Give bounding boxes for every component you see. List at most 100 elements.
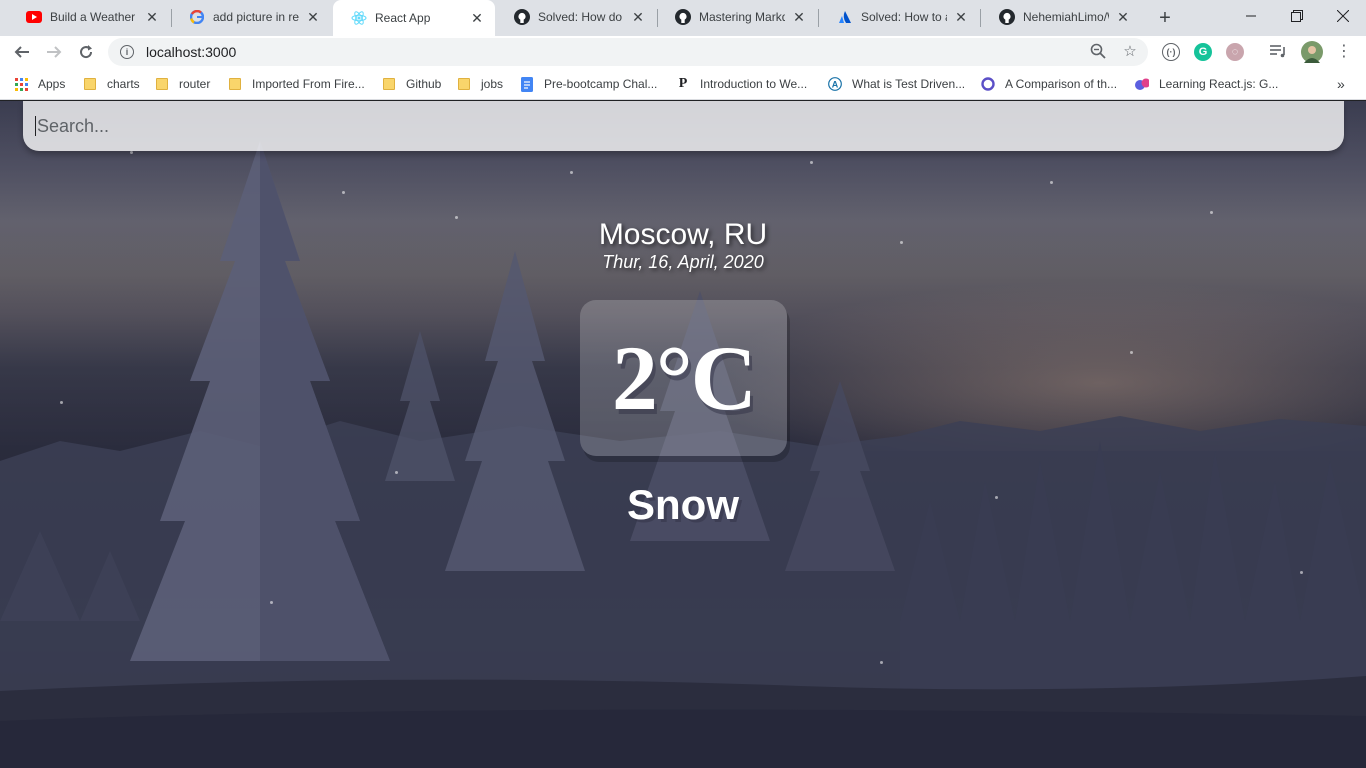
media-control-icon[interactable] xyxy=(1269,42,1287,60)
snowflake xyxy=(270,601,273,604)
docs-icon xyxy=(520,76,534,92)
github-icon xyxy=(514,9,530,25)
back-button[interactable] xyxy=(10,40,34,64)
profile-avatar[interactable] xyxy=(1301,41,1323,63)
browser-toolbar: i localhost:3000 ☆ (·) G ◌ ⋮ xyxy=(0,36,1366,68)
tab-github-repo[interactable]: NehemiahLimo/W ✕ xyxy=(981,0,1141,34)
restore-button[interactable] xyxy=(1274,0,1320,32)
reload-icon xyxy=(80,45,93,59)
tab-title: add picture in reac xyxy=(213,10,299,24)
bookmark-learning-react[interactable]: Learning React.js: G... xyxy=(1135,75,1278,93)
close-window-button[interactable] xyxy=(1320,0,1366,32)
snowflake xyxy=(342,191,345,194)
bookmark-label: Learning React.js: G... xyxy=(1159,77,1279,91)
snowflake xyxy=(60,401,63,404)
minimize-button[interactable] xyxy=(1228,0,1274,32)
youtube-icon xyxy=(26,9,42,25)
zoom-icon[interactable] xyxy=(1089,42,1107,60)
atlassian-icon xyxy=(837,9,853,25)
bookmark-label: Imported From Fire... xyxy=(252,77,365,91)
bookmark-imported[interactable]: Imported From Fire... xyxy=(228,75,365,93)
bookmark-jobs[interactable]: jobs xyxy=(457,75,503,93)
bookmark-pre-bootcamp[interactable]: Pre-bootcamp Chal... xyxy=(520,75,657,93)
snowflake xyxy=(570,171,573,174)
tab-react-app[interactable]: React App ✕ xyxy=(333,0,495,36)
bookmark-label: Introduction to We... xyxy=(700,77,808,91)
snowflake xyxy=(1050,181,1053,184)
bookmarks-bar: Apps charts router Imported From Fire...… xyxy=(0,68,1366,100)
bookmark-label: Pre-bootcamp Chal... xyxy=(544,77,658,91)
new-tab-button[interactable]: + xyxy=(1153,6,1177,30)
snowflake xyxy=(1130,351,1133,354)
bookmark-apps[interactable]: Apps xyxy=(14,75,65,93)
bookmark-comparison[interactable]: A Comparison of th... xyxy=(981,75,1117,93)
folder-icon xyxy=(382,77,396,91)
circle-icon xyxy=(981,77,995,91)
snowflake xyxy=(880,661,883,664)
snowflake xyxy=(130,151,133,154)
bookmark-label: What is Test Driven... xyxy=(852,77,966,91)
weather-app: Search... Moscow, RU Thur, 16, April, 20… xyxy=(0,101,1366,768)
bookmark-charts[interactable]: charts xyxy=(83,75,140,93)
extension-icon[interactable]: (·) xyxy=(1162,43,1180,61)
snowflake xyxy=(395,471,398,474)
bookmarks-overflow-button[interactable]: » xyxy=(1337,75,1345,93)
bookmark-router[interactable]: router xyxy=(155,75,210,93)
folder-icon xyxy=(155,77,169,91)
apps-grid-icon xyxy=(14,77,28,91)
bookmark-label: charts xyxy=(107,77,140,91)
bookmark-label: Github xyxy=(406,77,442,91)
snowflake xyxy=(1300,571,1303,574)
tab-atlassian[interactable]: Solved: How to ad ✕ xyxy=(819,0,979,34)
folder-icon xyxy=(83,77,97,91)
close-icon[interactable]: ✕ xyxy=(469,10,485,26)
tab-google[interactable]: add picture in reac ✕ xyxy=(171,0,331,34)
bookmark-introduction[interactable]: P Introduction to We... xyxy=(676,75,807,93)
svg-text:A: A xyxy=(832,80,839,90)
text-caret xyxy=(35,116,36,136)
github-icon xyxy=(999,9,1015,25)
github-icon xyxy=(675,9,691,25)
extension-avatar-icon[interactable]: ◌ xyxy=(1226,43,1244,61)
address-bar[interactable]: i localhost:3000 xyxy=(108,38,1148,66)
close-icon[interactable]: ✕ xyxy=(953,9,969,25)
close-icon[interactable]: ✕ xyxy=(305,9,321,25)
temperature-card: 2°C xyxy=(580,300,787,456)
close-window-icon xyxy=(1337,10,1349,22)
reload-button[interactable] xyxy=(74,40,98,64)
tab-title: React App xyxy=(375,11,431,25)
bookmark-label: Apps xyxy=(38,77,66,91)
react-icon xyxy=(351,10,367,26)
chevron-double-right-icon: » xyxy=(1337,76,1345,92)
restore-icon xyxy=(1291,10,1303,22)
menu-kebab-icon[interactable]: ⋮ xyxy=(1335,42,1353,60)
tab-github-solved[interactable]: Solved: How do yo ✕ xyxy=(496,0,656,34)
close-icon[interactable]: ✕ xyxy=(1115,9,1131,25)
close-icon[interactable]: ✕ xyxy=(791,9,807,25)
bookmark-github[interactable]: Github xyxy=(382,75,441,93)
bookmark-test-driven[interactable]: A What is Test Driven... xyxy=(828,75,965,93)
close-icon[interactable]: ✕ xyxy=(630,9,646,25)
p-icon: P xyxy=(678,76,688,91)
tab-title: Build a Weather A xyxy=(50,10,138,24)
temperature-value: 2°C xyxy=(611,327,757,429)
tab-title: Solved: How do yo xyxy=(538,10,624,24)
bookmark-star-icon[interactable]: ☆ xyxy=(1121,42,1139,60)
search-placeholder: Search... xyxy=(37,115,110,136)
tab-github-markdown[interactable]: Mastering Markdo ✕ xyxy=(657,0,817,34)
close-icon[interactable]: ✕ xyxy=(144,9,160,25)
minimize-icon xyxy=(1246,15,1256,17)
google-icon xyxy=(189,9,205,25)
arrow-left-icon xyxy=(14,46,29,58)
search-input[interactable]: Search... xyxy=(23,101,1344,151)
grammarly-icon[interactable]: G xyxy=(1194,43,1212,61)
tab-title: Mastering Markdo xyxy=(699,10,785,24)
learning-icon xyxy=(1135,77,1149,91)
forward-button[interactable] xyxy=(42,40,66,64)
a-icon: A xyxy=(828,77,842,91)
info-icon[interactable]: i xyxy=(120,45,134,59)
bookmark-label: A Comparison of th... xyxy=(1005,77,1118,91)
url-text: localhost:3000 xyxy=(146,44,237,60)
tab-youtube[interactable]: Build a Weather A ✕ xyxy=(8,0,170,34)
snowflake xyxy=(1210,211,1213,214)
